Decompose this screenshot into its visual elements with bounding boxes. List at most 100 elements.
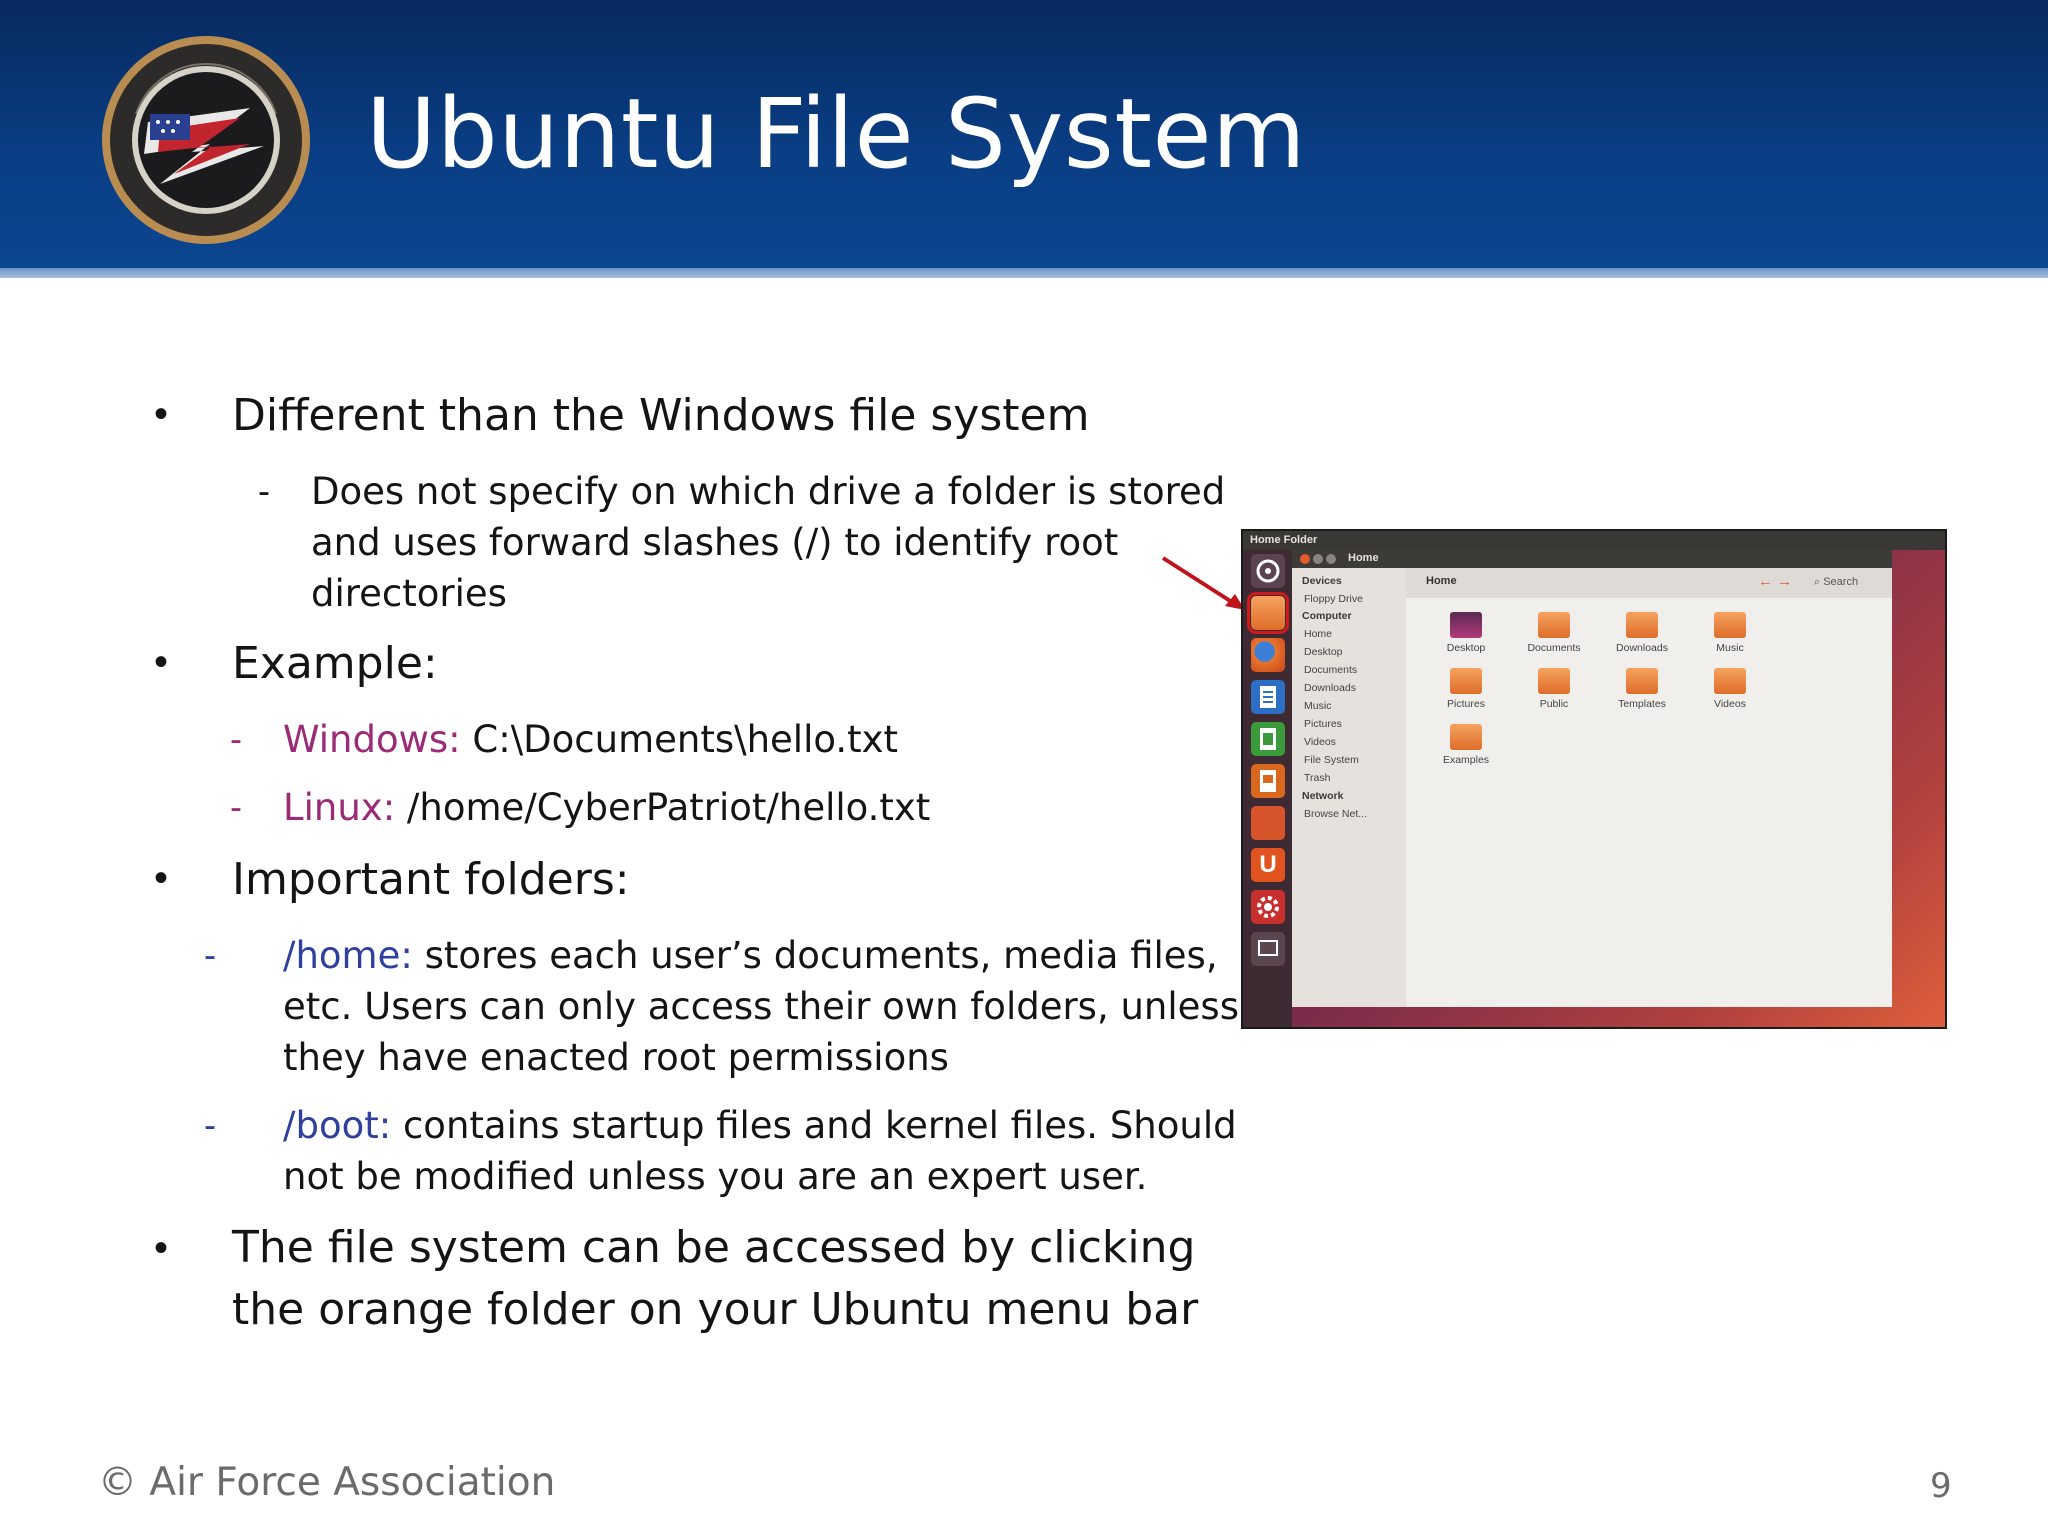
firefox-icon[interactable] [1251, 638, 1285, 672]
bullet-4-line-2: the orange folder on your Ubuntu menu ba… [232, 1284, 1199, 1335]
screenshot-titlebar: Home Folder [1243, 531, 1945, 550]
folder-home-desc: stores each user’s documents, media file… [412, 934, 1218, 977]
folder-label: Downloads [1616, 642, 1668, 654]
dash-home-icon[interactable] [1251, 554, 1285, 588]
files-folder-icon[interactable] [1247, 592, 1289, 634]
maximize-icon[interactable] [1326, 554, 1336, 564]
bullet-2-text: Example: [232, 638, 438, 689]
sidebar-item-videos[interactable]: Videos [1304, 736, 1336, 748]
folder-label: Pictures [1447, 698, 1485, 710]
close-icon[interactable] [1300, 554, 1310, 564]
folder-item-documents[interactable]: Documents [1514, 612, 1594, 654]
sidebar-item-music[interactable]: Music [1304, 700, 1331, 712]
bullet-3-text: Important folders: [232, 854, 630, 905]
bullet-1-text: Different than the Windows file system [232, 390, 1090, 441]
bullet-1-sub-line-1: Does not specify on which drive a folder… [311, 470, 1226, 513]
bullet-marker: • [154, 856, 169, 900]
cyberpatriot-seal-logo [102, 36, 310, 244]
folder-icon [1538, 668, 1570, 694]
folder-icon [1450, 668, 1482, 694]
folder-boot-line-1: /boot: contains startup files and kernel… [283, 1100, 1237, 1151]
sidebar-item-downloads[interactable]: Downloads [1304, 682, 1356, 694]
folder-item-music[interactable]: Music [1690, 612, 1770, 654]
settings-gear-icon[interactable] [1251, 890, 1285, 924]
example-windows-key: Windows: [283, 718, 461, 761]
folder-item-desktop[interactable]: Desktop [1426, 612, 1506, 654]
minimize-icon[interactable] [1313, 554, 1323, 564]
breadcrumb-home[interactable]: Home [1426, 575, 1457, 587]
folder-item-examples[interactable]: Examples [1426, 724, 1506, 766]
folder-label: Documents [1527, 642, 1581, 654]
software-center-icon[interactable] [1251, 806, 1285, 840]
example-linux-path: /home/CyberPatriot/hello.txt [395, 786, 931, 829]
search-label: Search [1823, 576, 1859, 588]
red-arrow-icon [1161, 556, 1245, 610]
example-windows: Windows: C:\Documents\hello.txt [283, 714, 898, 765]
sidebar-item-documents[interactable]: Documents [1304, 664, 1357, 676]
folder-label: Videos [1714, 698, 1746, 710]
folder-label: Public [1539, 698, 1569, 710]
sub-dash: - [230, 718, 242, 759]
file-manager-titlebar: Home [1292, 550, 1892, 568]
folder-boot-line-2: not be modified unless you are an expert… [283, 1155, 1148, 1198]
ubuntu-launcher: U [1243, 550, 1292, 1027]
folder-item-pictures[interactable]: Pictures [1426, 668, 1506, 710]
bullet-marker: • [154, 392, 169, 436]
sidebar-item-file-system[interactable]: File System [1304, 754, 1359, 766]
back-forward-arrows-icon[interactable]: ← → [1758, 573, 1792, 590]
folder-item-templates[interactable]: Templates [1602, 668, 1682, 710]
folder-icon [1626, 668, 1658, 694]
sidebar-item-floppy[interactable]: Floppy Drive [1304, 593, 1363, 605]
sidebar-item-home[interactable]: Home [1304, 628, 1332, 640]
impress-icon[interactable] [1251, 764, 1285, 798]
example-linux: Linux: /home/CyberPatriot/hello.txt [283, 782, 930, 833]
bullet-marker: • [154, 1226, 169, 1270]
folder-item-downloads[interactable]: Downloads [1602, 612, 1682, 654]
search-icon: ⌕ [1814, 576, 1824, 588]
page-number: 9 [1930, 1466, 1952, 1506]
desktop-folder-icon [1450, 612, 1482, 638]
folder-icon [1450, 724, 1482, 750]
places-sidebar: Devices Floppy Drive Computer Home Deskt… [1292, 568, 1406, 1007]
folder-label: Music [1716, 642, 1744, 654]
folder-label: Examples [1442, 754, 1490, 766]
workspace-switcher-icon[interactable] [1251, 932, 1285, 966]
folder-label: Desktop [1446, 642, 1486, 654]
folder-boot-desc: contains startup files and kernel files.… [391, 1104, 1237, 1147]
folder-icon [1714, 612, 1746, 638]
file-manager-window: Home Devices Floppy Drive Computer Home … [1292, 550, 1892, 1007]
slide-title: Ubuntu File System [366, 78, 1307, 190]
folder-boot-key: /boot: [283, 1104, 392, 1147]
folder-item-public[interactable]: Public [1514, 668, 1594, 710]
sidebar-item-browse-network[interactable]: Browse Net... [1304, 808, 1367, 820]
sub-dash: - [204, 1104, 216, 1145]
footer-copyright: © Air Force Association [98, 1460, 556, 1505]
folder-item-videos[interactable]: Videos [1690, 668, 1770, 710]
writer-icon[interactable] [1251, 680, 1285, 714]
sidebar-item-desktop[interactable]: Desktop [1304, 646, 1343, 658]
file-manager-title: Home [1348, 552, 1379, 564]
path-bar: Home ← → ⌕ Search [1406, 568, 1892, 598]
bullet-4-line-1: The file system can be accessed by click… [232, 1222, 1196, 1273]
folder-label: Templates [1618, 698, 1666, 710]
ubuntu-one-icon[interactable]: U [1251, 848, 1285, 882]
sub-dash: - [204, 934, 216, 975]
folder-home-line-2: etc. Users can only access their own fol… [283, 985, 1239, 1028]
sidebar-item-pictures[interactable]: Pictures [1304, 718, 1342, 730]
sub-dash: - [230, 786, 242, 827]
ubuntu-screenshot: Home Folder U Home Devices Floppy Drive … [1241, 529, 1947, 1029]
folder-home-line-1: /home: stores each user’s documents, med… [283, 930, 1218, 981]
example-windows-path: C:\Documents\hello.txt [460, 718, 899, 761]
search-button[interactable]: ⌕ Search [1814, 576, 1858, 589]
bullet-1-sub-line-2: and uses forward slashes (/) to identify… [311, 521, 1119, 564]
sidebar-header-devices: Devices [1302, 575, 1342, 587]
example-linux-key: Linux: [283, 786, 396, 829]
bullet-1-sub-line-3: directories [311, 572, 507, 615]
sidebar-item-trash[interactable]: Trash [1304, 772, 1330, 784]
folder-icon [1714, 668, 1746, 694]
header-divider [0, 268, 2048, 278]
sidebar-header-computer: Computer [1302, 610, 1352, 622]
folder-home-line-3: they have enacted root permissions [283, 1036, 949, 1079]
calc-icon[interactable] [1251, 722, 1285, 756]
sub-dash: - [258, 470, 270, 511]
